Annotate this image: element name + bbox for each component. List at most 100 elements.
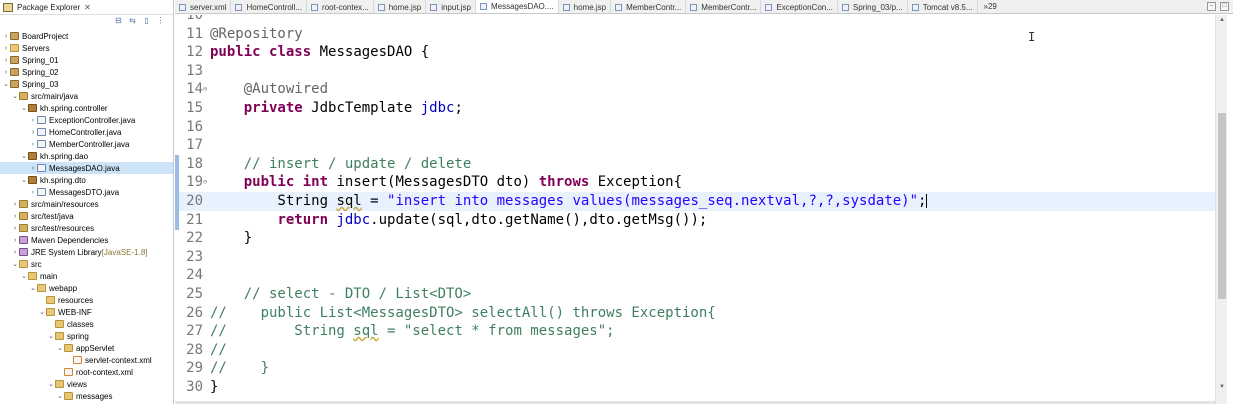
tree-item[interactable]: › src/main/resources xyxy=(0,198,173,210)
editor-tab[interactable]: input.jsp xyxy=(426,0,476,13)
editor-tab[interactable]: ExceptionCon... xyxy=(761,0,838,13)
tree-item[interactable]: › Maven Dependencies xyxy=(0,234,173,246)
view-menu-icon[interactable]: ▯ xyxy=(142,16,151,25)
tree-item[interactable]: › src/test/resources xyxy=(0,222,173,234)
editor-tab[interactable]: Tomcat v8.5... xyxy=(908,0,978,13)
tree-item[interactable]: › BoardProject xyxy=(0,30,173,42)
tree-item[interactable]: › Spring_02 xyxy=(0,66,173,78)
expand-arrow-icon[interactable]: ⌄ xyxy=(38,308,46,316)
editor-tab[interactable]: home.jsp xyxy=(559,0,612,13)
tree-item[interactable]: ⌄ src xyxy=(0,258,173,270)
collapse-arrow-icon[interactable]: › xyxy=(2,33,10,40)
code-line[interactable]: 13 xyxy=(175,62,1215,81)
vertical-scrollbar[interactable]: ▲ ▼ xyxy=(1215,15,1227,404)
expand-arrow-icon[interactable]: ⌄ xyxy=(20,104,28,112)
code-line[interactable]: 30} xyxy=(175,378,1215,397)
link-editor-icon[interactable]: ⇆ xyxy=(128,16,137,25)
tree-item[interactable]: ⌄ WEB-INF xyxy=(0,306,173,318)
code-line[interactable]: 23 xyxy=(175,248,1215,267)
code-line[interactable]: 26 // public List<MessagesDTO> selectAll(… xyxy=(175,304,1215,323)
collapse-arrow-icon[interactable]: › xyxy=(11,237,19,244)
editor-tab[interactable]: root-contex... xyxy=(307,0,374,13)
expand-arrow-icon[interactable]: ⌄ xyxy=(20,272,28,280)
collapse-arrow-icon[interactable]: › xyxy=(2,57,10,64)
tree-item[interactable]: › Servers xyxy=(0,42,173,54)
tree-item[interactable]: ⌄ kh.spring.dto xyxy=(0,174,173,186)
code-editor[interactable]: 10 11 @Repository 12 public class MessagesDA… xyxy=(175,15,1215,404)
tree-item[interactable]: › MessagesDTO.java xyxy=(0,186,173,198)
collapse-arrow-icon[interactable]: › xyxy=(29,117,37,124)
collapse-arrow-icon[interactable]: › xyxy=(29,165,37,172)
collapse-arrow-icon[interactable]: › xyxy=(11,249,19,256)
code-line[interactable]: 12 public class MessagesDAO { xyxy=(175,43,1215,62)
expand-arrow-icon[interactable]: ⌄ xyxy=(11,260,19,268)
code-line[interactable]: 27 // String sql = "select * from message… xyxy=(175,322,1215,341)
expand-arrow-icon[interactable]: ⌄ xyxy=(20,176,28,184)
code-line[interactable]: 18 // insert / update / delete xyxy=(175,154,1215,174)
expand-arrow-icon[interactable]: ⌄ xyxy=(20,152,28,160)
expand-arrow-icon[interactable]: ⌄ xyxy=(56,344,64,352)
code-line[interactable]: 24 xyxy=(175,266,1215,285)
collapse-all-icon[interactable]: ⊟ xyxy=(114,16,123,25)
close-icon[interactable]: ✕ xyxy=(84,3,91,12)
tree-item[interactable]: › JRE System Library [JavaSE-1.8] xyxy=(0,246,173,258)
tree-item[interactable]: ⌄ kh.spring.dao xyxy=(0,150,173,162)
tree-item[interactable]: ⌄ Spring_03 xyxy=(0,78,173,90)
tree-item[interactable]: › MessagesDAO.java xyxy=(0,162,173,174)
collapse-arrow-icon[interactable]: › xyxy=(11,201,19,208)
tree-item[interactable]: ⌄ kh.spring.controller xyxy=(0,102,173,114)
tree-item[interactable]: › src/test/java xyxy=(0,210,173,222)
editor-tab[interactable]: Spring_03/p... xyxy=(838,0,908,13)
code-line[interactable]: 20 String sql = "insert into messages va… xyxy=(175,192,1215,211)
code-line[interactable]: 21 return jdbc.update(sql,dto.getName(),… xyxy=(175,210,1215,230)
code-line[interactable]: 29 // } xyxy=(175,359,1215,378)
collapse-arrow-icon[interactable]: › xyxy=(2,69,10,76)
expand-arrow-icon[interactable]: ⌄ xyxy=(47,332,55,340)
code-line[interactable]: 22 } xyxy=(175,229,1215,248)
expand-arrow-icon[interactable]: ⌄ xyxy=(29,284,37,292)
expand-arrow-icon[interactable]: ⌄ xyxy=(47,380,55,388)
editor-tab[interactable]: home.jsp xyxy=(374,0,427,13)
scroll-up-icon[interactable]: ▲ xyxy=(1216,15,1228,25)
code-line[interactable]: 19⊖ public int insert(MessagesDTO dto) t… xyxy=(175,173,1215,193)
code-line[interactable]: 14⊖ @Autowired xyxy=(175,80,1215,99)
code-line[interactable]: 28 // xyxy=(175,341,1215,360)
collapse-arrow-icon[interactable]: › xyxy=(11,213,19,220)
more-icon[interactable]: ⋮ xyxy=(156,16,165,25)
tree-item[interactable]: › HomeController.java xyxy=(0,126,173,138)
tree-item[interactable]: ⌄ main xyxy=(0,270,173,282)
collapse-arrow-icon[interactable]: › xyxy=(2,45,10,52)
editor-tab[interactable]: server.xml xyxy=(175,0,232,13)
collapse-arrow-icon[interactable]: › xyxy=(11,225,19,232)
tree-item[interactable]: › MemberController.java xyxy=(0,138,173,150)
tree-item[interactable]: ⌄ views xyxy=(0,378,173,390)
code-line[interactable]: 25 // select - DTO / List<DTO> xyxy=(175,285,1215,304)
code-line[interactable]: 17 xyxy=(175,136,1215,155)
tree-item[interactable]: ⌄ appServlet xyxy=(0,342,173,354)
tree-item[interactable]: servlet-context.xml xyxy=(0,354,173,366)
tree-item[interactable]: ⌄ src/main/java xyxy=(0,90,173,102)
editor-tab[interactable]: HomeControll... xyxy=(231,0,308,13)
maximize-icon[interactable]: □ xyxy=(1220,2,1229,11)
tree-item[interactable]: › Spring_01 xyxy=(0,54,173,66)
tree-item[interactable]: › ExceptionController.java xyxy=(0,114,173,126)
tree-item[interactable]: root-context.xml xyxy=(0,366,173,378)
collapse-arrow-icon[interactable]: › xyxy=(29,189,37,196)
tree-item[interactable]: ⌄ spring xyxy=(0,330,173,342)
collapse-arrow-icon[interactable]: › xyxy=(29,141,37,148)
editor-tab[interactable]: MessagesDAO.... xyxy=(475,0,559,13)
editor-tab[interactable]: MemberContr... xyxy=(611,0,687,13)
scrollbar-thumb[interactable] xyxy=(1218,113,1226,299)
expand-arrow-icon[interactable]: ⌄ xyxy=(2,80,10,88)
expand-arrow-icon[interactable]: ⌄ xyxy=(56,392,64,400)
tree-item[interactable]: ⌄ messages xyxy=(0,390,173,402)
tree-item[interactable]: classes xyxy=(0,318,173,330)
code-line[interactable]: 11 @Repository xyxy=(175,25,1215,44)
scroll-down-icon[interactable]: ▼ xyxy=(1216,382,1228,392)
tree-item[interactable]: ⌄ webapp xyxy=(0,282,173,294)
tree-item[interactable]: resources xyxy=(0,294,173,306)
collapse-arrow-icon[interactable]: › xyxy=(29,129,37,136)
code-line[interactable]: 15 private JdbcTemplate jdbc; xyxy=(175,99,1215,118)
code-line[interactable]: 10 xyxy=(175,15,1215,25)
code-line[interactable]: 16 xyxy=(175,118,1215,137)
